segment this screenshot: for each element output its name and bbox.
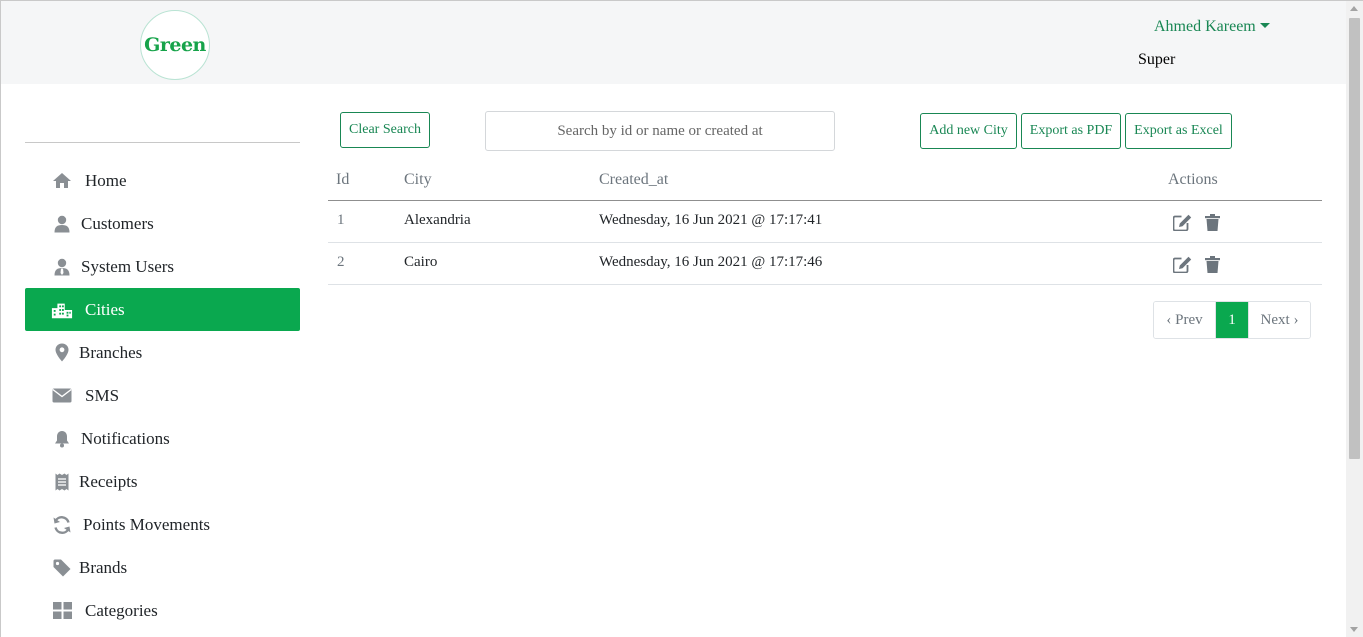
sidebar-item-home[interactable]: Home <box>25 159 300 202</box>
table-row: 2 Cairo Wednesday, 16 Jun 2021 @ 17:17:4… <box>328 243 1322 285</box>
brand-logo[interactable]: Green <box>140 10 210 80</box>
sidebar-item-label: Cities <box>85 299 125 319</box>
user-tie-icon <box>51 257 73 277</box>
column-header-created-at[interactable]: Created_at <box>599 171 668 189</box>
cell-id: 1 <box>337 212 345 228</box>
city-icon <box>51 300 73 320</box>
sidebar-item-brands[interactable]: Brands <box>25 546 300 589</box>
cities-table: Id City Created_at Actions 1 Alexandria … <box>328 159 1322 285</box>
sidebar-item-categories[interactable]: Categories <box>25 589 300 632</box>
column-header-actions: Actions <box>1168 171 1218 188</box>
sidebar-item-label: SMS <box>85 385 120 405</box>
envelope-icon <box>51 386 73 406</box>
cell-created-at: Wednesday, 16 Jun 2021 @ 17:17:41 <box>599 212 823 228</box>
sidebar-item-sms[interactable]: SMS <box>25 374 300 417</box>
add-new-city-button[interactable]: Add new City <box>920 113 1017 149</box>
user-icon <box>51 214 73 234</box>
cell-city: Alexandria <box>404 212 471 228</box>
user-menu-toggle[interactable]: Ahmed Kareem <box>1154 18 1270 36</box>
sync-icon <box>51 515 73 535</box>
table-row: 1 Alexandria Wednesday, 16 Jun 2021 @ 17… <box>328 201 1322 243</box>
scroll-down-arrow-icon[interactable] <box>1350 627 1358 632</box>
trash-icon[interactable] <box>1202 212 1222 232</box>
pagination: ‹ Prev 1 Next › <box>1153 301 1311 339</box>
edit-icon[interactable] <box>1172 212 1192 232</box>
search-input[interactable] <box>485 111 835 151</box>
sidebar-item-receipts[interactable]: Receipts <box>25 460 300 503</box>
sidebar-item-label: Branches <box>79 342 143 362</box>
pagination-page-current[interactable]: 1 <box>1216 302 1248 338</box>
home-icon <box>51 171 73 191</box>
sidebar-item-label: Notifications <box>81 428 170 448</box>
user-role: Super <box>1138 51 1176 68</box>
receipt-icon <box>51 472 73 492</box>
sidebar-item-notifications[interactable]: Notifications <box>25 417 300 460</box>
sidebar-divider <box>25 142 300 143</box>
caret-down-icon <box>1259 23 1270 28</box>
table-header: Id City Created_at Actions <box>328 159 1322 201</box>
cell-created-at: Wednesday, 16 Jun 2021 @ 17:17:46 <box>599 254 823 270</box>
sidebar: Home Customers System Users Cities Branc… <box>25 84 300 637</box>
pagination-next[interactable]: Next › <box>1248 302 1310 338</box>
clear-search-button[interactable]: Clear Search <box>340 112 430 148</box>
sidebar-nav: Home Customers System Users Cities Branc… <box>25 159 300 632</box>
edit-icon[interactable] <box>1172 254 1192 274</box>
cell-city: Cairo <box>404 254 438 270</box>
cell-id: 2 <box>337 254 345 270</box>
sidebar-item-cities[interactable]: Cities <box>25 288 300 331</box>
trash-icon[interactable] <box>1202 254 1222 274</box>
export-excel-button[interactable]: Export as Excel <box>1125 113 1232 149</box>
column-header-city[interactable]: City <box>404 171 432 189</box>
sidebar-item-customers[interactable]: Customers <box>25 202 300 245</box>
brand-logo-text: Green <box>144 34 206 56</box>
sidebar-item-label: Categories <box>85 600 158 620</box>
sidebar-item-system-users[interactable]: System Users <box>25 245 300 288</box>
scrollbar-thumb[interactable] <box>1349 18 1360 459</box>
tag-icon <box>51 558 73 578</box>
sidebar-item-label: Brands <box>79 557 128 577</box>
sidebar-item-points-movements[interactable]: Points Movements <box>25 503 300 546</box>
sidebar-item-label: Home <box>85 170 127 190</box>
sidebar-item-label: System Users <box>81 256 175 276</box>
pagination-prev[interactable]: ‹ Prev <box>1154 302 1216 338</box>
sidebar-item-label: Customers <box>81 213 154 233</box>
column-header-id[interactable]: Id <box>336 171 349 189</box>
scroll-up-arrow-icon[interactable] <box>1350 6 1358 11</box>
grid-icon <box>51 601 73 621</box>
sidebar-item-label: Points Movements <box>83 514 211 534</box>
top-header: Green <box>1 1 1346 84</box>
map-marker-icon <box>51 343 73 363</box>
sidebar-item-branches[interactable]: Branches <box>25 331 300 374</box>
user-name: Ahmed Kareem <box>1154 18 1256 35</box>
vertical-scrollbar[interactable] <box>1346 1 1363 637</box>
bell-icon <box>51 429 73 449</box>
sidebar-item-label: Receipts <box>79 471 138 491</box>
export-pdf-button[interactable]: Export as PDF <box>1021 113 1121 149</box>
